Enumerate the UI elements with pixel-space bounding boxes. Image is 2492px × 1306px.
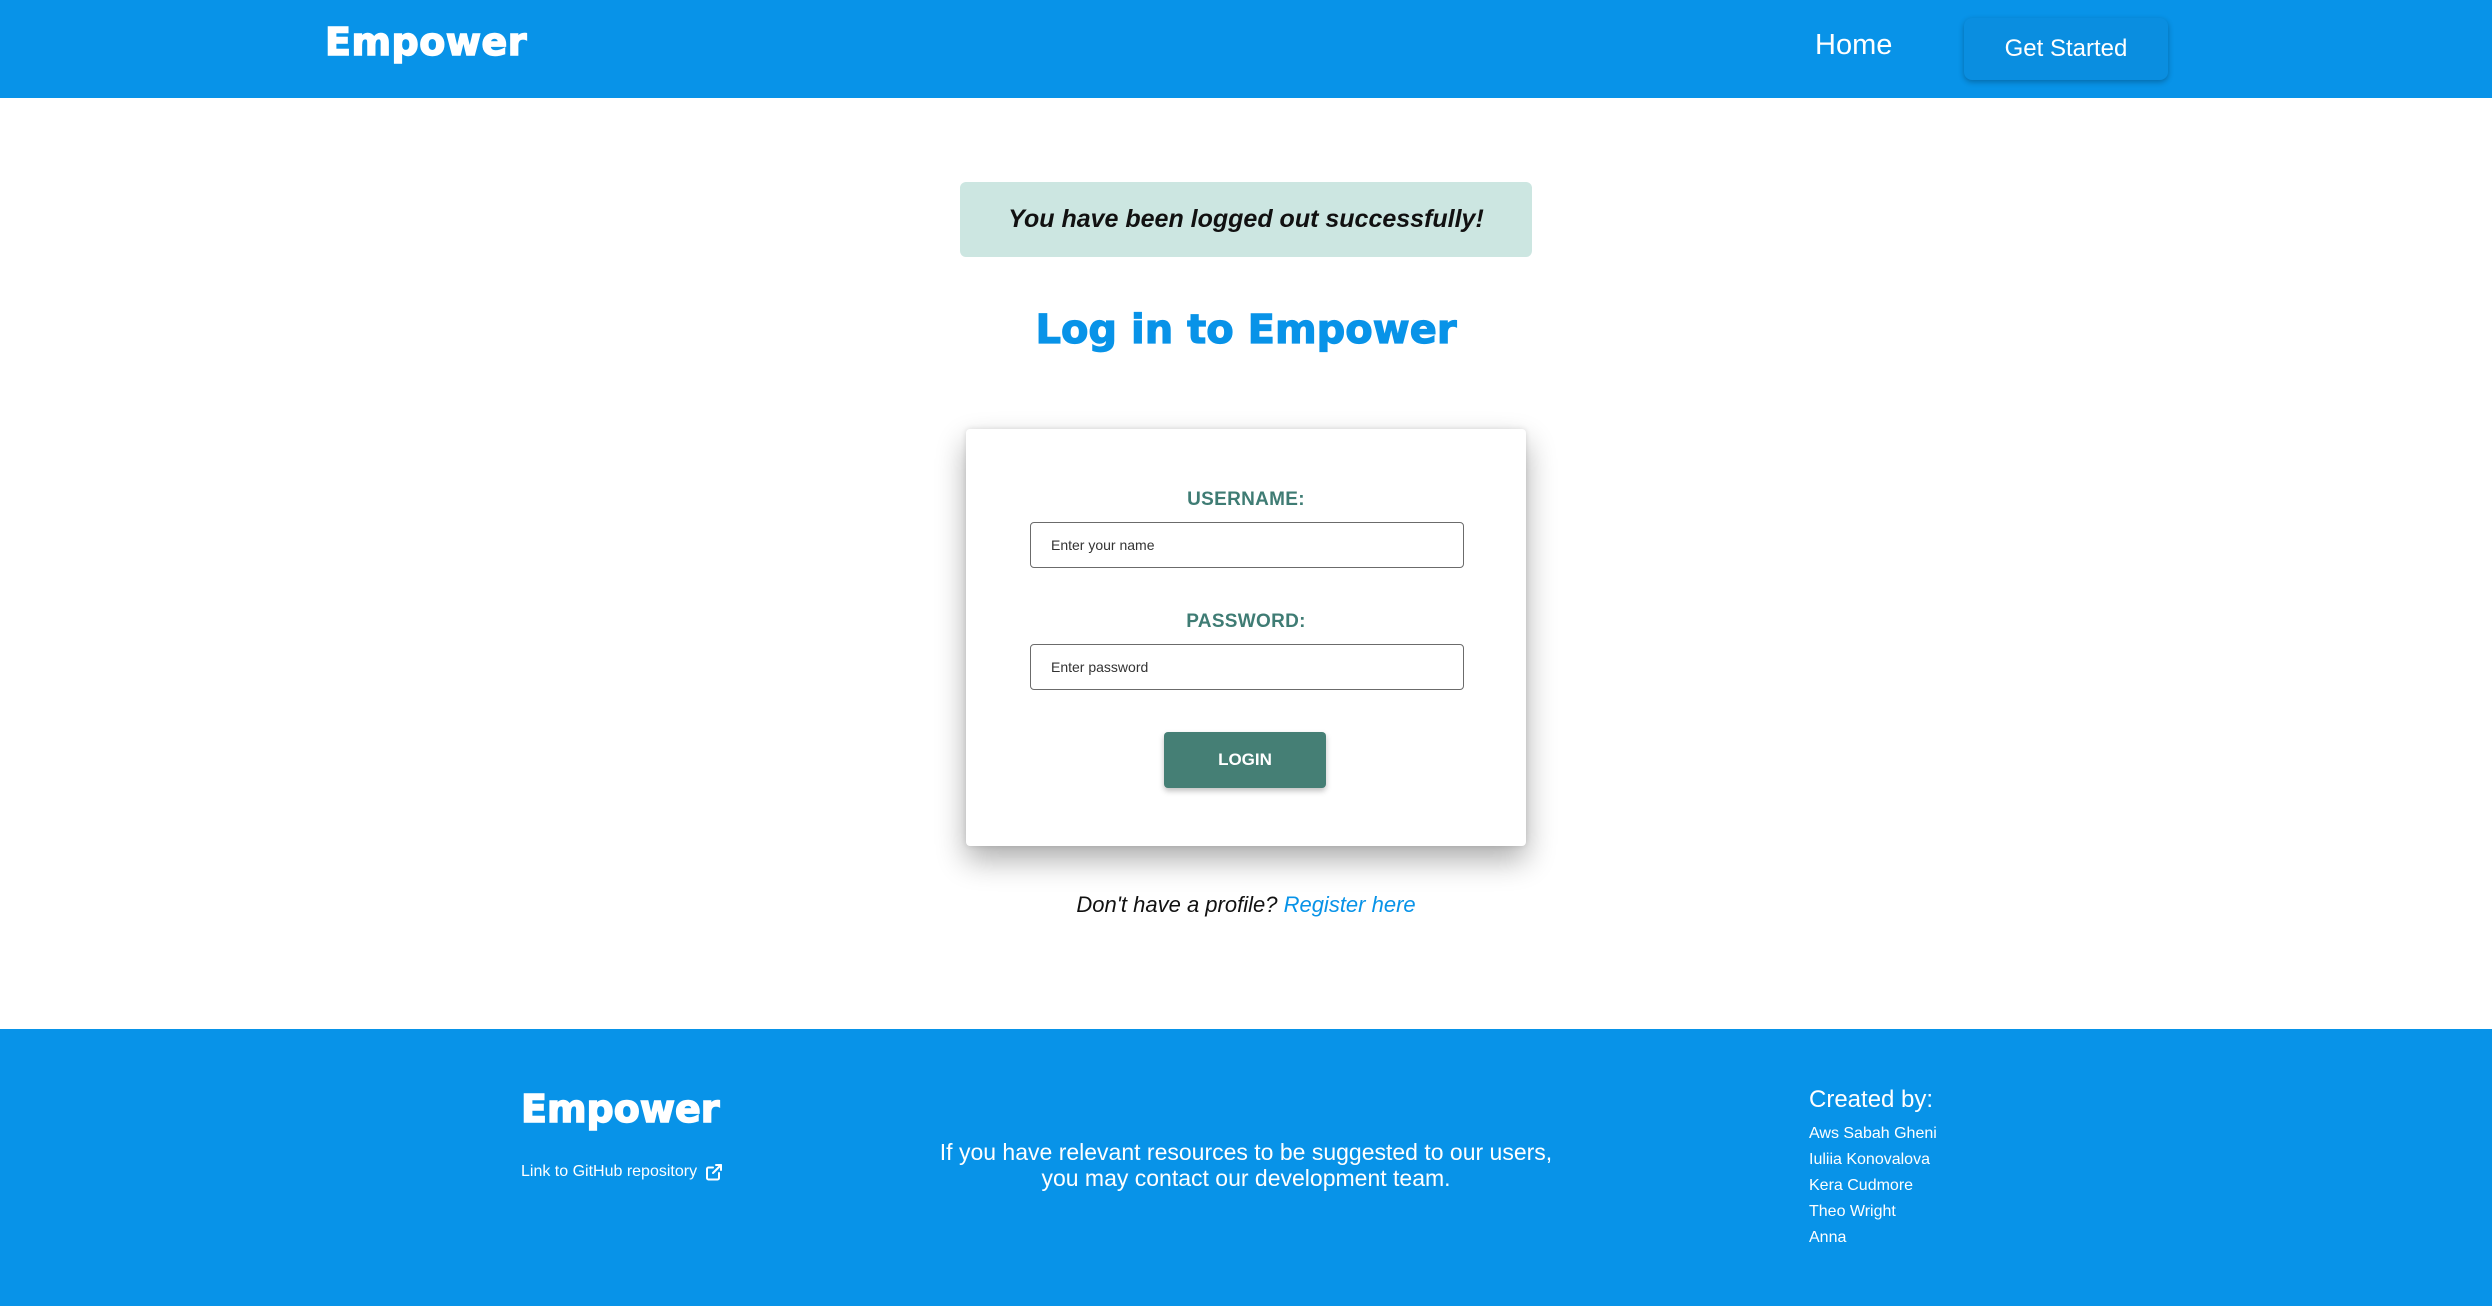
creators-list: Aws Sabah Gheni Iuliia Konovalova Kera C…	[1809, 1121, 1937, 1251]
page-title: Log in to Empower	[1035, 306, 1457, 353]
creator-name: Anna	[1809, 1229, 1847, 1246]
login-button[interactable]: LOGIN	[1164, 732, 1326, 788]
login-form: USERNAME: PASSWORD: LOGIN	[966, 429, 1526, 846]
footer: Empower Link to GitHub repository If you…	[0, 1029, 2492, 1306]
creator-name: Iuliia Konovalova	[1809, 1151, 1930, 1168]
nav-home-link[interactable]: Home	[1815, 29, 1892, 62]
created-by-heading: Created by:	[1809, 1086, 1934, 1113]
brand-logo[interactable]: Empower	[324, 19, 527, 65]
github-repo-link[interactable]: Link to GitHub repository	[521, 1163, 723, 1181]
github-link-label: Link to GitHub repository	[521, 1163, 698, 1180]
alert-message: You have been logged out successfully!	[1008, 205, 1484, 233]
external-link-icon	[705, 1163, 723, 1181]
creator-name: Aws Sabah Gheni	[1809, 1125, 1937, 1142]
password-input[interactable]	[1030, 644, 1464, 690]
register-link[interactable]: Register here	[1284, 892, 1416, 917]
password-label: PASSWORD:	[1186, 611, 1306, 632]
register-prompt: Don't have a profile? Register here	[0, 892, 2492, 918]
get-started-button[interactable]: Get Started	[1964, 18, 2168, 80]
creator-name: Kera Cudmore	[1809, 1177, 1914, 1194]
contact-line-1: If you have relevant resources to be sug…	[939, 1139, 1553, 1165]
logout-alert: You have been logged out successfully!	[960, 182, 1532, 257]
footer-brand-logo: Empower	[520, 1086, 720, 1132]
username-input[interactable]	[1030, 522, 1464, 568]
footer-contact-text: If you have relevant resources to be sug…	[900, 1139, 1592, 1191]
username-label: USERNAME:	[1187, 489, 1305, 510]
creator-name: Theo Wright	[1809, 1203, 1896, 1220]
contact-line-2: you may contact our development team.	[1041, 1165, 1451, 1191]
top-navbar: Empower Home Get Started	[0, 0, 2492, 98]
register-prompt-text: Don't have a profile?	[1076, 892, 1278, 917]
